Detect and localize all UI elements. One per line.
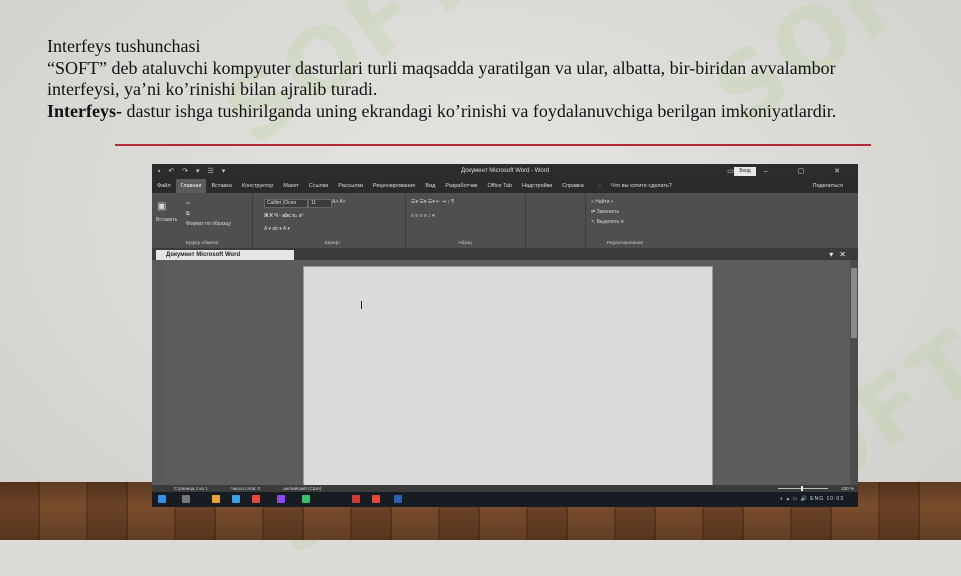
font-label: Шрифт	[324, 241, 341, 246]
start-icon[interactable]	[158, 495, 166, 503]
ribbon: ▣ Вставить ✂ ⧉ Формат по образцу Буфер о…	[152, 193, 858, 249]
tab-file[interactable]: Файл	[152, 183, 176, 189]
clipboard-group: ▣ Вставить ✂ ⧉ Формат по образцу Буфер о…	[152, 193, 253, 248]
doc-tab-controls[interactable]: ▾✕	[829, 250, 852, 259]
cut-icon[interactable]: ✂	[186, 201, 190, 207]
share-button[interactable]: Поделиться	[808, 183, 848, 189]
tab-insert[interactable]: Вставка	[206, 183, 236, 189]
copy-icon[interactable]: ⧉	[186, 211, 190, 217]
word-window: ▪ ↶ ↷ ▾ ☰ ▾ Документ Microsoft Word - Wo…	[152, 164, 858, 507]
align-icons[interactable]: ≡ ≡ ≡ ≡ ↕ ▾	[411, 213, 435, 219]
system-tray[interactable]: ◐ ▴ ▭ 🔊 ENG 10:03	[780, 496, 844, 502]
font-name-select[interactable]: Calibri (Осно	[264, 199, 308, 208]
select-button[interactable]: ↖ Выделить ▾	[591, 219, 624, 225]
tab-review[interactable]: Рецензирование	[368, 183, 420, 189]
font-group: Calibri (Осно 11 A˄ A˅ Ж К Ч · abc x₂ x²…	[260, 193, 406, 248]
tab-developer[interactable]: Разработчик	[440, 183, 482, 189]
clipboard-label: Буфер обмена	[185, 241, 219, 246]
zoom-level[interactable]: 100 %	[841, 485, 854, 492]
app-icon[interactable]	[232, 495, 240, 503]
app-icon[interactable]	[252, 495, 260, 503]
paragraph-label: Абзац	[458, 241, 472, 246]
app-icon[interactable]	[302, 495, 310, 503]
font-size-select[interactable]: 11	[308, 199, 332, 208]
vertical-scrollbar[interactable]	[850, 260, 858, 485]
document-page[interactable]	[303, 266, 713, 498]
word-count[interactable]: Число слов: 0	[231, 486, 260, 491]
clock[interactable]: 10:03	[826, 496, 844, 502]
replace-button[interactable]: ⇄ Заменить	[591, 209, 619, 215]
format-icons[interactable]: Ж К Ч · abc x₂ x²	[264, 213, 303, 219]
tab-references[interactable]: Ссылки	[304, 183, 333, 189]
zoom-knob[interactable]	[801, 486, 803, 491]
paste-button[interactable]: Вставить	[156, 217, 177, 223]
app-icon[interactable]	[372, 495, 380, 503]
text-effects-icon[interactable]: A ▾ ab ▾ A ▾	[264, 226, 290, 232]
definition: Interfeys- dastur ishga tushirilganda un…	[47, 101, 867, 123]
slide-paragraph: “SOFT” deb ataluvchi kompyuter dasturlar…	[47, 57, 836, 100]
tab-home[interactable]: Главная	[175, 179, 207, 193]
scroll-thumb[interactable]	[851, 268, 857, 338]
tab-help[interactable]: Справка	[557, 183, 589, 189]
editor-area	[152, 260, 858, 498]
page-count[interactable]: Страница 1 из 1	[174, 486, 208, 491]
search-icon[interactable]	[182, 495, 190, 503]
list-icons[interactable]: ☰▾ ☰▾ ☰▾ ⇤ ⇥ ↕ ¶	[411, 199, 454, 205]
explorer-icon[interactable]	[212, 495, 220, 503]
zoom-slider[interactable]	[778, 488, 828, 489]
vertical-ruler[interactable]	[154, 260, 162, 485]
styles-group	[525, 193, 586, 248]
app-icon[interactable]	[352, 495, 360, 503]
paragraph-group: ☰▾ ☰▾ ☰▾ ⇤ ⇥ ↕ ¶ ≡ ≡ ≡ ≡ ↕ ▾ Абзац	[405, 193, 526, 248]
slide-heading: Interfeys tushunchasi	[47, 36, 201, 56]
title-bar: ▪ ↶ ↷ ▾ ☰ ▾ Документ Microsoft Word - Wo…	[152, 164, 858, 179]
tab-addins[interactable]: Надстройки	[517, 183, 557, 189]
lightbulb-icon: ◌	[597, 183, 602, 189]
app-icon[interactable]	[277, 495, 285, 503]
tab-view[interactable]: Вид	[420, 183, 440, 189]
accent-rule	[115, 144, 871, 146]
word-taskbar-icon[interactable]	[394, 495, 402, 503]
editing-label: Редактирование	[606, 241, 644, 246]
taskbar: ◐ ▴ ▭ 🔊 ENG 10:03	[152, 492, 858, 507]
paste-icon[interactable]: ▣	[157, 201, 166, 212]
ribbon-tabs: Файл Главная Вставка Конструктор Макет С…	[152, 179, 858, 193]
text-cursor	[361, 301, 362, 309]
slide-text: Interfeys tushunchasi “SOFT” deb ataluvc…	[47, 36, 867, 122]
grow-font-icon[interactable]: A˄ A˅	[332, 199, 346, 205]
language[interactable]: английский (США)	[283, 486, 321, 491]
format-painter-button[interactable]: Формат по образцу	[186, 221, 231, 227]
editing-group: ⌕ Найти ▾ ⇄ Заменить ↖ Выделить ▾ Редакт…	[585, 193, 665, 248]
find-button[interactable]: ⌕ Найти ▾	[591, 199, 613, 205]
tell-me-input[interactable]: Что вы хотите сделать?	[606, 183, 677, 189]
definition-term: Interfeys-	[47, 100, 122, 121]
tab-design[interactable]: Конструктор	[237, 183, 278, 189]
definition-text: dastur ishga tushirilganda uning ekranda…	[121, 100, 837, 121]
input-language[interactable]: ENG	[810, 496, 824, 502]
tab-office-tab[interactable]: Office Tab	[482, 183, 517, 189]
status-bar: Страница 1 из 1 Число слов: 0 английский…	[152, 485, 858, 492]
tab-mailings[interactable]: Рассылки	[333, 183, 368, 189]
window-controls[interactable]: ▭ – ▢ ✕	[727, 167, 854, 175]
tab-layout[interactable]: Макет	[278, 183, 304, 189]
